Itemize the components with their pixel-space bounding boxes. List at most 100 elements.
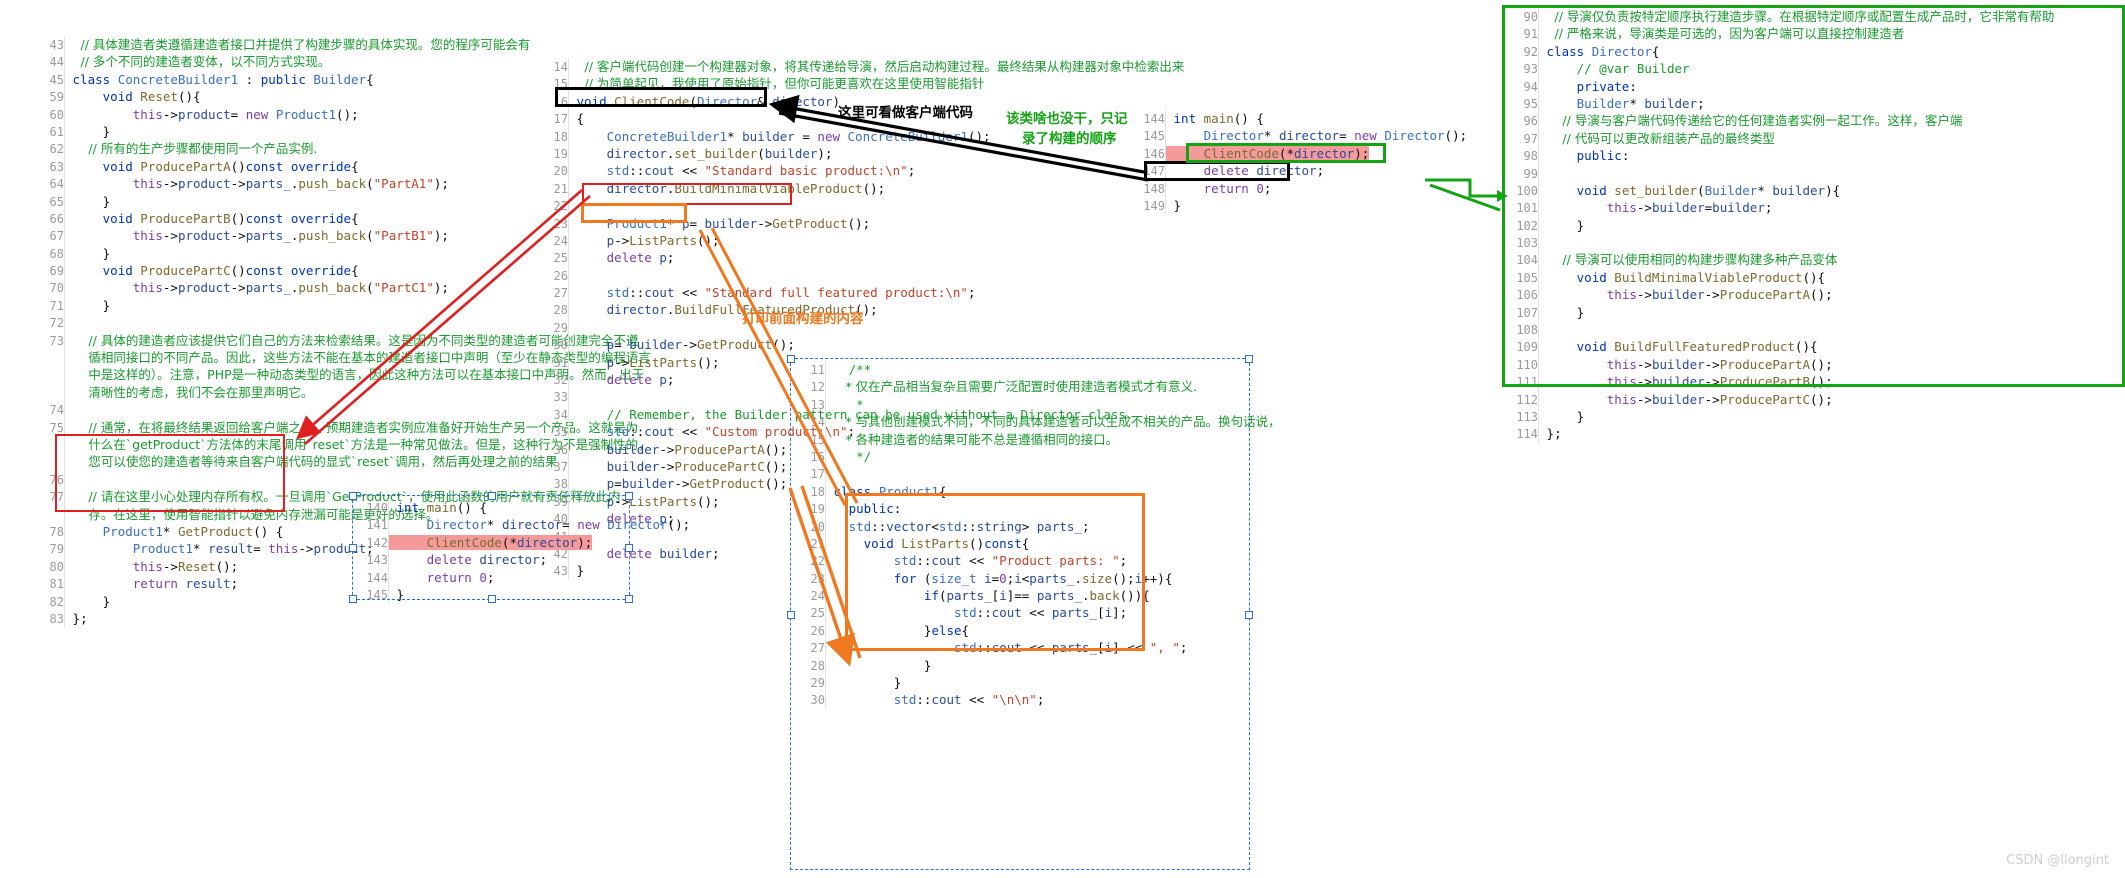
code-text[interactable]: delete p; (568, 249, 674, 267)
code-line[interactable]: 25 delete p; (538, 249, 1048, 267)
code-line[interactable]: 142 ClientCode(*director); (358, 533, 626, 552)
code-text[interactable]: 您可以使您的建造者等待来自客户端代码的显式`reset`调用，然后再处理之前的结… (64, 453, 558, 471)
code-line[interactable]: 25 std::cout << parts_[i]; (795, 604, 1255, 622)
code-text[interactable]: // @var Builder (1538, 60, 1690, 78)
code-text[interactable]: std::cout << "Product parts: "; (825, 552, 1127, 570)
code-text[interactable]: public: (1538, 147, 1629, 165)
code-text[interactable] (825, 465, 834, 483)
code-line[interactable]: 69 void ProducePartC()const override{ (34, 262, 534, 280)
code-text[interactable]: std::cout << "Standard basic product:\n"… (568, 162, 915, 180)
code-text[interactable] (568, 318, 577, 337)
code-line[interactable]: 145 Director* director= new Director(); (1135, 127, 1467, 145)
code-text[interactable] (1538, 234, 1547, 252)
code-text[interactable]: if(parts_[i]== parts_.back()){ (825, 587, 1150, 605)
code-text[interactable]: this->product->parts_.push_back("PartC1"… (64, 279, 449, 297)
code-line[interactable]: 113 } (1508, 407, 2108, 426)
code-line[interactable]: 27 std::cout << "Standard full featured … (538, 284, 1048, 302)
code-line[interactable]: 28 } (795, 656, 1255, 675)
code-text[interactable]: return 0; (388, 568, 494, 586)
code-text[interactable]: std::cout << "\n\n"; (825, 691, 1044, 709)
code-text[interactable]: } (1538, 407, 1584, 426)
code-text[interactable]: this->builder=builder; (1538, 199, 1772, 217)
code-text[interactable]: } (388, 585, 404, 604)
code-line[interactable]: 61 } (34, 122, 534, 141)
code-text[interactable]: } (1538, 303, 1584, 322)
code-line[interactable]: 92 class Director{ (1508, 42, 2108, 61)
code-line[interactable]: 105 void BuildMinimalViableProduct(){ (1508, 268, 2108, 287)
code-line[interactable]: 45 class ConcreteBuilder1 : public Build… (34, 70, 534, 89)
code-text[interactable]: * (825, 395, 864, 414)
code-text[interactable]: }else{ (825, 621, 969, 640)
code-text[interactable]: ClientCode(*director); (1165, 144, 1370, 163)
code-line[interactable]: 65 } (34, 192, 534, 210)
code-text[interactable] (1538, 321, 1547, 339)
code-line[interactable]: 110 this->builder->ProducePartA(); (1508, 355, 2108, 374)
code-line[interactable]: 76 (34, 470, 534, 489)
code-line[interactable]: 18 class Product1{ (795, 482, 1255, 501)
code-line[interactable]: 22 (538, 197, 1048, 215)
code-text[interactable]: void Reset(){ (64, 88, 201, 106)
code-line[interactable]: 63 void ProducePartA()const override{ (34, 157, 534, 176)
code-line[interactable]: 75 // 通常，在将最终结果返回给客户端之后，预期建造者实例应准备好开始生产另… (34, 418, 638, 436)
code-text[interactable]: * 各种建造者的结果可能不总是遵循相同的接口。 (825, 430, 1118, 448)
code-line[interactable]: 30 std::cout << "\n\n"; (795, 691, 1255, 709)
code-text[interactable]: // 导演仅负责按特定顺序执行建造步骤。在根据特定顺序或配置生成产品时，它非常有… (1538, 8, 2054, 26)
code-text[interactable] (1538, 164, 1547, 182)
code-line[interactable]: 114 }; (1508, 425, 2108, 443)
code-text[interactable]: 清晰性的考虑，我们不会在那里声明它。 (64, 383, 313, 402)
code-text[interactable]: // 所有的生产步骤都使用同一个产品实例. (64, 140, 317, 158)
code-line[interactable]: 99 (1508, 164, 2108, 182)
code-line[interactable]: 101 this->builder=builder; (1508, 199, 2108, 217)
code-line[interactable]: 107 } (1508, 303, 2108, 322)
code-text[interactable]: return 0; (1165, 179, 1271, 197)
code-line[interactable]: 62 // 所有的生产步骤都使用同一个产品实例. (34, 140, 534, 158)
code-line[interactable]: 30 p= builder->GetProduct(); (538, 336, 1048, 354)
code-text[interactable]: this->product->parts_.push_back("PartB1"… (64, 227, 449, 245)
code-line[interactable]: 中是这样的）。注意，PHP是一种动态类型的语言，因此这种方法可以在基本接口中声明… (34, 366, 644, 384)
code-line[interactable]: 13 * (795, 395, 1255, 414)
code-text[interactable]: * 仅在产品相当复杂且需要广泛配置时使用建造者模式才有意义. (825, 378, 1197, 396)
code-line[interactable]: 103 (1508, 234, 2108, 252)
code-text[interactable] (64, 314, 73, 332)
code-line[interactable]: 66 void ProducePartB()const override{ (34, 209, 534, 228)
code-text[interactable]: Director* director= new Director(); (388, 516, 690, 534)
code-text[interactable]: } (825, 674, 901, 692)
code-text[interactable]: // 严格来说，导演类是可选的，因为客户端可以直接控制建造者 (1538, 25, 1904, 43)
code-text[interactable]: // 导演与客户端代码传递给它的任何建造者实例一起工作。这样，客户端 (1538, 112, 1962, 130)
code-text[interactable]: }; (64, 609, 88, 628)
code-line[interactable]: 94 private: (1508, 77, 2108, 95)
code-text[interactable]: p->ListParts(); (568, 353, 720, 372)
code-text[interactable]: std::cout << parts_[i] << ", "; (825, 639, 1187, 657)
code-text[interactable]: this->builder->ProducePartC(); (1538, 390, 1833, 408)
code-text[interactable]: ClientCode(*director); (388, 533, 593, 552)
code-text[interactable] (568, 197, 577, 215)
code-line[interactable]: 21 void ListParts()const{ (795, 534, 1255, 553)
code-line[interactable]: 19 public: (795, 500, 1255, 518)
code-line[interactable]: 19 director.set_builder(builder); (538, 144, 1048, 163)
code-line[interactable]: 83 }; (34, 609, 534, 628)
code-text[interactable]: this->product->parts_.push_back("PartA1"… (64, 175, 449, 193)
code-text[interactable]: delete director; (1165, 162, 1324, 180)
code-line[interactable]: 您可以使您的建造者等待来自客户端代码的显式`reset`调用，然后再处理之前的结… (34, 453, 558, 471)
code-text[interactable]: * 与其他创建模式不同，不同的具体建造者可以生成不相关的产品。换句话说， (825, 413, 1281, 431)
code-text[interactable]: return result; (64, 575, 238, 593)
code-text[interactable]: }; (1538, 425, 1562, 443)
code-text[interactable]: } (64, 296, 110, 315)
code-text[interactable]: // 导演可以使用相同的构建步骤构建多种产品变体 (1538, 251, 1837, 269)
code-text[interactable]: this->builder->ProducePartA(); (1538, 355, 1833, 374)
code-line[interactable]: 72 (34, 314, 534, 332)
code-line[interactable]: 60 this->product= new Product1(); (34, 105, 534, 123)
code-text[interactable]: public: (825, 500, 901, 518)
code-line[interactable]: 141 Director* director= new Director(); (358, 516, 690, 534)
code-text[interactable]: class Product1{ (825, 482, 946, 501)
code-line[interactable]: 149 } (1135, 196, 1375, 215)
code-line[interactable]: 67 this->product->parts_.push_back("Part… (34, 227, 534, 245)
code-line[interactable]: 24 p->ListParts(); (538, 231, 1048, 250)
code-line[interactable]: 18 ConcreteBuilder1* builder = new Concr… (538, 127, 1048, 145)
code-line[interactable]: 27 std::cout << parts_[i] << ", "; (795, 639, 1255, 657)
code-text[interactable]: void ProducePartB()const override{ (64, 209, 359, 228)
code-line[interactable]: 什么在`getProduct`方法体的末尾调用`reset`方法是一种常见做法。… (34, 435, 651, 454)
code-line[interactable]: 144 return 0; (358, 568, 626, 586)
code-line[interactable]: 147 delete director; (1135, 162, 1375, 180)
code-line[interactable]: 59 void Reset(){ (34, 88, 534, 106)
